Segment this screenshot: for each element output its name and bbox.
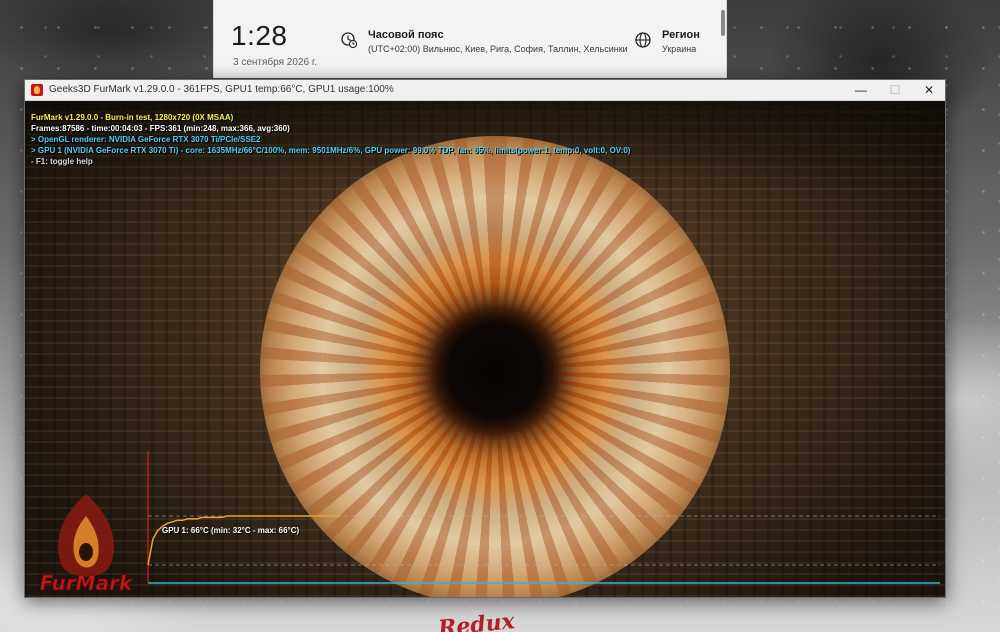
- window-title: Geeks3D FurMark v1.29.0.0 - 361FPS, GPU1…: [49, 84, 394, 95]
- temperature-graph: [147, 451, 940, 584]
- osd-renderer-line: > OpenGL renderer: NVIDIA GeForce RTX 30…: [31, 135, 261, 144]
- flyout-scrollbar[interactable]: [721, 10, 725, 36]
- osd-help-line: - F1: toggle help: [31, 157, 93, 166]
- minimize-button[interactable]: —: [844, 80, 878, 100]
- temperature-graph-label: GPU 1: 66°C (min: 32°C - max: 66°C): [162, 526, 300, 535]
- timezone-value: (UTC+02:00) Вильнюс, Киев, Рига, София, …: [368, 44, 628, 54]
- maximize-button[interactable]: ☐: [878, 80, 912, 100]
- render-viewport[interactable]: FurMark v1.29.0.0 - Burn-in test, 1280x7…: [25, 101, 945, 597]
- osd-gpu-line: > GPU 1 (NVIDIA GeForce RTX 3070 Ti) - c…: [31, 146, 631, 155]
- timezone-title[interactable]: Часовой пояс: [368, 29, 444, 41]
- timezone-clock-icon: [341, 32, 358, 49]
- region-value: Украина: [662, 44, 697, 54]
- furmark-window: Geeks3D FurMark v1.29.0.0 - 361FPS, GPU1…: [24, 79, 946, 598]
- clock-time: 1:28: [231, 20, 288, 51]
- osd-frames-line: Frames:87586 - time:00:04:03 - FPS:361 (…: [31, 124, 290, 133]
- globe-icon: [635, 32, 651, 48]
- temperature-series-line: [147, 515, 340, 566]
- clock-flyout: 1:28 3 сентября 2026 г. Часовой пояс (UT…: [213, 0, 727, 78]
- furmark-app-icon: [31, 84, 43, 96]
- region-title[interactable]: Регион: [662, 29, 700, 41]
- close-button[interactable]: ✕: [912, 80, 945, 100]
- clock-date: 3 сентября 2026 г.: [233, 57, 318, 68]
- window-titlebar[interactable]: Geeks3D FurMark v1.29.0.0 - 361FPS, GPU1…: [25, 80, 945, 101]
- osd-title-line: FurMark v1.29.0.0 - Burn-in test, 1280x7…: [31, 113, 234, 122]
